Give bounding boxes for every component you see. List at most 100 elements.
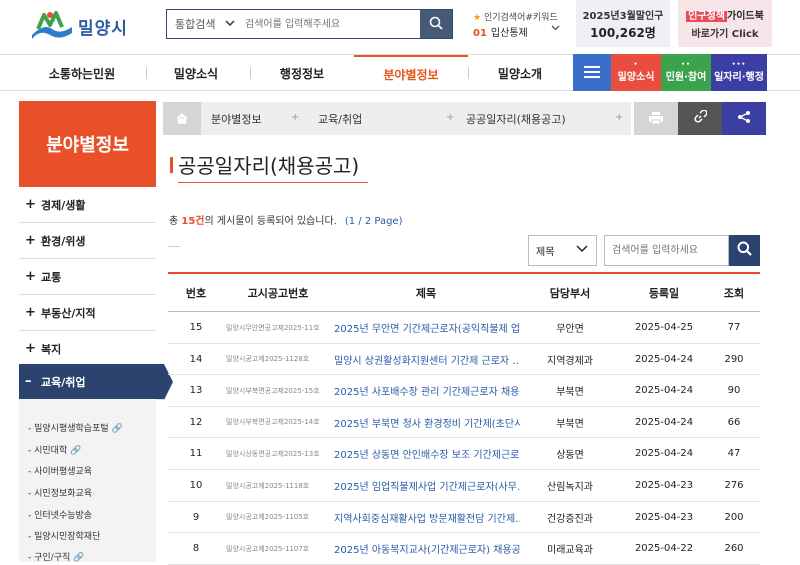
cell-date: 2025-04-23 <box>634 480 694 491</box>
nav-item-intro[interactable]: 밀양소개 <box>470 55 570 91</box>
table-row: 9 밀양시공고제2025-1105호 지역사회중심재활사업 방문재활전담 기간제… 건… <box>168 502 760 534</box>
search-icon <box>737 241 752 260</box>
site-logo[interactable]: 밀양시 <box>30 8 150 44</box>
popular-keyword-item[interactable]: 01 입산통제 <box>473 24 528 39</box>
sidebar-item-welfare[interactable]: + 복지 <box>19 331 156 367</box>
count-prefix: 총 <box>169 216 182 227</box>
link-icon: 🔗 <box>111 424 123 434</box>
cell-no: 10 <box>189 480 203 491</box>
all-menu-button[interactable] <box>573 54 611 91</box>
cell-date: 2025-04-24 <box>634 416 694 428</box>
column-header: 제목 <box>415 287 437 300</box>
page-info: (1 / 2 Page) <box>344 216 403 227</box>
nav-item-field-info[interactable]: 분야별정보 <box>354 55 468 91</box>
print-button[interactable] <box>634 102 678 135</box>
submenu-item[interactable]: - 구인/구직 🔗 <box>28 550 84 563</box>
quick-civil-button[interactable]: •• 민원·참여 <box>661 54 711 91</box>
nav-item-admin[interactable]: 행정정보 <box>250 55 354 91</box>
table-header: 번호 고시공고번호 제목 담당부서 등록일 조회 <box>168 272 760 312</box>
print-icon <box>649 109 663 128</box>
title-underline <box>178 182 368 183</box>
board-search-button[interactable] <box>729 235 760 266</box>
population-value: 100,262명 <box>590 26 656 40</box>
table-row: 13 밀양시부북면공고제2025-15호 2025년 사포배수장 관리 기간제근로자… <box>168 375 760 407</box>
quick-job-label: 일자리·행정 <box>714 72 764 83</box>
column-header: 등록일 <box>648 287 680 300</box>
nav-item-civil[interactable]: 소통하는민원 <box>28 55 136 91</box>
plus-icon: + <box>291 112 300 123</box>
breadcrumb-item[interactable]: 공공일자리(채용공고) <box>466 102 566 135</box>
chevron-down-icon <box>576 243 588 256</box>
sidebar-item-realestate[interactable]: + 부동산/지적 <box>19 295 156 331</box>
sidebar-item-environment[interactable]: + 환경/위생 <box>19 223 156 259</box>
submenu-item[interactable]: - 시민정보화교육 <box>28 486 92 499</box>
hamburger-icon <box>584 63 600 82</box>
chevron-down-icon[interactable] <box>551 24 560 34</box>
submenu-item[interactable]: - 사이버평생교육 <box>28 464 92 477</box>
logo-mark-icon <box>30 9 74 43</box>
board-search-input[interactable] <box>604 235 729 266</box>
column-header: 담당부서 <box>549 287 591 300</box>
plus-icon: + <box>25 341 36 356</box>
plus-icon: + <box>25 305 36 320</box>
nav-item-news[interactable]: 밀양소식 <box>146 55 246 91</box>
sidebar-item-traffic[interactable]: + 교통 <box>19 259 156 295</box>
filter-select[interactable]: 제목 <box>528 235 597 266</box>
search-button[interactable] <box>420 10 452 38</box>
sidebar-item-education[interactable]: – 교육/취업 <box>19 364 173 400</box>
post-title-link[interactable]: 2025년 무안면 기간제근로자(공익직불제 업… <box>334 312 520 343</box>
cell-views: 260 <box>724 543 744 555</box>
post-title-link[interactable]: 2025년 부북면 청사 환경정비 기간제(초단시… <box>334 407 520 438</box>
population-banner[interactable]: 2025년3월말인구 100,262명 <box>576 0 670 47</box>
sidebar-title: 분야별정보 <box>19 101 156 187</box>
star-icon: ★ <box>473 13 482 23</box>
quick-civil-label: 민원·참여 <box>665 72 707 83</box>
submenu-label: 사이버평생교육 <box>34 467 93 477</box>
cell-dept: 무안면 <box>556 324 584 335</box>
breadcrumb-item[interactable]: 분야별정보 <box>211 102 262 135</box>
share-button[interactable] <box>722 102 766 135</box>
page-title: 공공일자리(채용공고) <box>178 154 360 178</box>
cell-views: 66 <box>727 416 741 428</box>
breadcrumb-item[interactable]: 교육/취업 <box>318 102 362 135</box>
minus-icon: – <box>25 374 32 389</box>
cell-no: 11 <box>189 448 203 460</box>
global-search: 통합검색 <box>166 9 453 39</box>
cell-no: 14 <box>189 353 203 365</box>
breadcrumb: 분야별정보 + 교육/취업 + 공공일자리(채용공고) + <box>163 102 631 135</box>
submenu-label: 인터넷수능방송 <box>34 511 93 521</box>
post-title-link[interactable]: 2025년 사포배수장 관리 기간제근로자 채용 … <box>334 375 520 406</box>
home-icon <box>176 109 188 128</box>
popular-keyword-title: ★ 인기검색어#키워드 <box>473 10 558 23</box>
post-title-link[interactable]: 밀양시 상권활성화지원센터 기간제 근로자 … <box>334 344 520 375</box>
post-title-link[interactable]: 2025년 아동복지교사(기간제근로자) 채용공고 <box>334 533 520 564</box>
cell-views: 77 <box>727 322 741 333</box>
home-button[interactable] <box>163 102 201 135</box>
population-guide-banner[interactable]: 인구정책 가이드북 바로가기 Click <box>678 0 772 47</box>
table-row: 8 밀양시공고제2025-1107호 2025년 아동복지교사(기간제근로자) 채용… <box>168 533 760 565</box>
sidebar-item-economy[interactable]: + 경제/생활 <box>19 187 156 223</box>
submenu-item[interactable]: - 시민대학 🔗 <box>28 443 81 456</box>
link-icon: 🔗 <box>70 446 82 456</box>
cell-no: 8 <box>192 543 200 555</box>
post-title-link[interactable]: 2025년 상동면 안인배수장 보조 기간제근로… <box>334 438 520 469</box>
cell-date: 2025-04-24 <box>634 353 694 365</box>
cell-dept: 상동면 <box>556 450 584 462</box>
submenu-item[interactable]: - 인터넷수능방송 <box>28 508 92 521</box>
search-category-select[interactable]: 통합검색 <box>167 10 239 38</box>
search-category-label: 통합검색 <box>175 18 216 31</box>
quick-job-button[interactable]: ••• 일자리·행정 <box>711 54 767 91</box>
search-input[interactable] <box>239 10 420 38</box>
quick-news-button[interactable]: • 밀양소식 <box>611 54 661 91</box>
chevron-down-icon <box>225 19 236 30</box>
cell-dept: 부북면 <box>556 418 584 430</box>
post-title-link[interactable]: 지역사회중심재활사업 방문재활전담 기간제… <box>334 502 520 533</box>
search-icon <box>429 15 443 34</box>
submenu-item[interactable]: - 밀양시민장학재단 <box>28 529 100 542</box>
plus-icon: + <box>446 112 455 123</box>
cell-dept: 지역경제과 <box>547 355 593 367</box>
cell-views: 47 <box>727 448 741 460</box>
post-title-link[interactable]: 2025년 임업직불제사업 기간제근로자(사무… <box>334 470 520 501</box>
copy-link-button[interactable] <box>678 102 722 135</box>
submenu-item[interactable]: - 밀양시평생학습포털 🔗 <box>28 421 123 434</box>
